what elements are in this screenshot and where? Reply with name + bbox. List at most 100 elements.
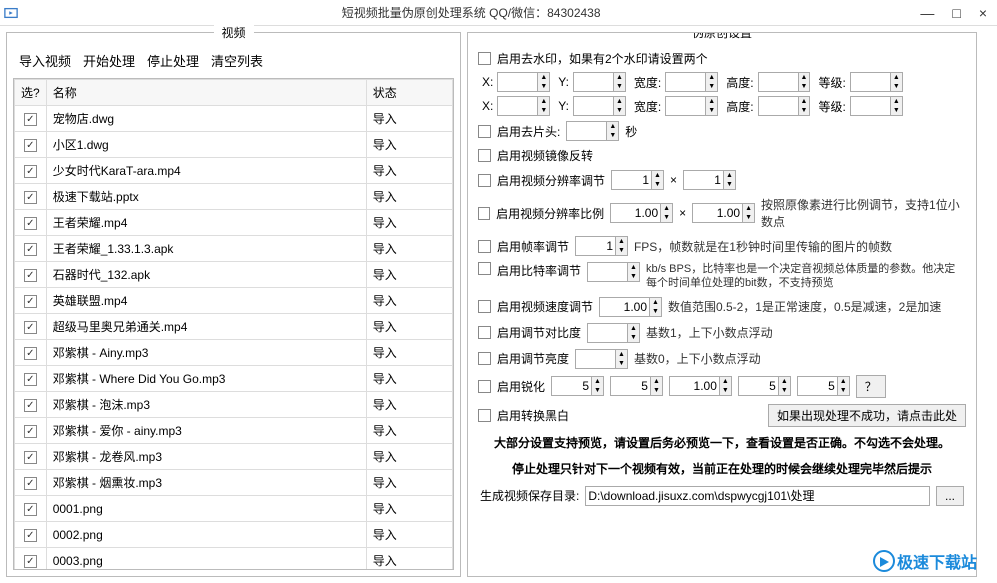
speed-input[interactable]: [599, 297, 649, 317]
bitrate-input[interactable]: [587, 262, 627, 282]
res-w-input[interactable]: [611, 170, 651, 190]
brightness-checkbox[interactable]: [478, 352, 491, 365]
mirror-checkbox[interactable]: [478, 149, 491, 162]
row-status: 导入: [366, 158, 452, 184]
sharpen-checkbox[interactable]: [478, 380, 491, 393]
bitrate-checkbox[interactable]: [478, 262, 491, 275]
import-video-button[interactable]: 导入视频: [19, 51, 71, 70]
trim-checkbox[interactable]: [478, 125, 491, 138]
row-checkbox[interactable]: ✓: [24, 139, 37, 152]
save-dir-input[interactable]: [585, 486, 930, 506]
sharpen-5-input[interactable]: [797, 376, 837, 396]
wm2-w-input[interactable]: [665, 96, 705, 116]
close-button[interactable]: ×: [979, 5, 987, 21]
sharpen-2-input[interactable]: [610, 376, 650, 396]
row-checkbox[interactable]: ✓: [24, 477, 37, 490]
sharpen-4-input[interactable]: [738, 376, 778, 396]
start-button[interactable]: 开始处理: [83, 51, 135, 70]
ratio-h-input[interactable]: [692, 203, 742, 223]
row-checkbox[interactable]: ✓: [24, 243, 37, 256]
table-row[interactable]: ✓小区1.dwg导入: [15, 132, 453, 158]
wm2-y-input[interactable]: [573, 96, 613, 116]
trim-input[interactable]: [566, 121, 606, 141]
row-checkbox[interactable]: ✓: [24, 191, 37, 204]
ratio-checkbox[interactable]: [478, 207, 490, 220]
row-checkbox[interactable]: ✓: [24, 555, 37, 568]
table-row[interactable]: ✓英雄联盟.mp4导入: [15, 288, 453, 314]
sharpen-help-button[interactable]: ？: [856, 375, 886, 398]
maximize-button[interactable]: □: [952, 5, 960, 21]
col-select[interactable]: 选?: [15, 80, 47, 106]
resolution-checkbox[interactable]: [478, 174, 491, 187]
video-table[interactable]: 选? 名称 状态 ✓宠物店.dwg导入✓小区1.dwg导入✓少女时代KaraT-…: [13, 78, 454, 570]
row-checkbox[interactable]: ✓: [24, 399, 37, 412]
fail-help-button[interactable]: 如果出现处理不成功，请点击此处: [768, 404, 966, 427]
table-row[interactable]: ✓0001.png导入: [15, 496, 453, 522]
row-checkbox[interactable]: ✓: [24, 373, 37, 386]
table-row[interactable]: ✓极速下载站.pptx导入: [15, 184, 453, 210]
table-row[interactable]: ✓邓紫棋 - Ainy.mp3导入: [15, 340, 453, 366]
res-h-input[interactable]: [683, 170, 723, 190]
browse-button[interactable]: ...: [936, 486, 964, 506]
video-panel-title: 视频: [213, 24, 253, 41]
wm1-y-input[interactable]: [573, 72, 613, 92]
resolution-label: 启用视频分辨率调节: [497, 172, 605, 189]
row-status: 导入: [366, 210, 452, 236]
watermark-checkbox[interactable]: [478, 52, 491, 65]
mirror-label: 启用视频镜像反转: [497, 147, 593, 164]
table-row[interactable]: ✓邓紫棋 - 烟熏妆.mp3导入: [15, 470, 453, 496]
row-checkbox[interactable]: ✓: [24, 451, 37, 464]
contrast-input[interactable]: [587, 323, 627, 343]
col-status[interactable]: 状态: [366, 80, 452, 106]
table-row[interactable]: ✓0002.png导入: [15, 522, 453, 548]
table-row[interactable]: ✓王者荣耀_1.33.1.3.apk导入: [15, 236, 453, 262]
speed-checkbox[interactable]: [478, 300, 491, 313]
row-checkbox[interactable]: ✓: [24, 295, 37, 308]
row-name: 0001.png: [46, 496, 366, 522]
wm2-level-input[interactable]: [850, 96, 890, 116]
sharpen-1-input[interactable]: [551, 376, 591, 396]
row-checkbox[interactable]: ✓: [24, 347, 37, 360]
wm1-x-input[interactable]: [497, 72, 537, 92]
row-checkbox[interactable]: ✓: [24, 503, 37, 516]
sharpen-3-input[interactable]: [669, 376, 719, 396]
wm1-h-input[interactable]: [758, 72, 798, 92]
wm1-w-input[interactable]: [665, 72, 705, 92]
row-checkbox[interactable]: ✓: [24, 529, 37, 542]
table-row[interactable]: ✓邓紫棋 - 爱你 - ainy.mp3导入: [15, 418, 453, 444]
fps-checkbox[interactable]: [478, 240, 491, 253]
table-row[interactable]: ✓邓紫棋 - Where Did You Go.mp3导入: [15, 366, 453, 392]
table-row[interactable]: ✓邓紫棋 - 龙卷风.mp3导入: [15, 444, 453, 470]
row-name: 极速下载站.pptx: [46, 184, 366, 210]
row-checkbox[interactable]: ✓: [24, 425, 37, 438]
table-row[interactable]: ✓0003.png导入: [15, 548, 453, 571]
settings-panel-title: 伪原创设置: [684, 32, 760, 41]
fps-label: 启用帧率调节: [497, 238, 569, 255]
row-status: 导入: [366, 548, 452, 571]
stop-button[interactable]: 停止处理: [147, 51, 199, 70]
wm2-x-input[interactable]: [497, 96, 537, 116]
row-checkbox[interactable]: ✓: [24, 269, 37, 282]
row-checkbox[interactable]: ✓: [24, 321, 37, 334]
clear-list-button[interactable]: 清空列表: [211, 51, 263, 70]
ratio-label: 启用视频分辨率比例: [496, 205, 604, 222]
table-row[interactable]: ✓超级马里奥兄弟通关.mp4导入: [15, 314, 453, 340]
contrast-checkbox[interactable]: [478, 326, 491, 339]
col-name[interactable]: 名称: [46, 80, 366, 106]
brightness-input[interactable]: [575, 349, 615, 369]
ratio-w-input[interactable]: [610, 203, 660, 223]
table-row[interactable]: ✓少女时代KaraT-ara.mp4导入: [15, 158, 453, 184]
table-row[interactable]: ✓王者荣耀.mp4导入: [15, 210, 453, 236]
table-row[interactable]: ✓宠物店.dwg导入: [15, 106, 453, 132]
bw-checkbox[interactable]: [478, 409, 491, 422]
row-checkbox[interactable]: ✓: [24, 165, 37, 178]
row-checkbox[interactable]: ✓: [24, 217, 37, 230]
row-name: 0002.png: [46, 522, 366, 548]
wm2-h-input[interactable]: [758, 96, 798, 116]
table-row[interactable]: ✓邓紫棋 - 泡沫.mp3导入: [15, 392, 453, 418]
wm1-level-input[interactable]: [850, 72, 890, 92]
minimize-button[interactable]: —: [920, 5, 934, 21]
row-checkbox[interactable]: ✓: [24, 113, 37, 126]
table-row[interactable]: ✓石器时代_132.apk导入: [15, 262, 453, 288]
fps-input[interactable]: [575, 236, 615, 256]
